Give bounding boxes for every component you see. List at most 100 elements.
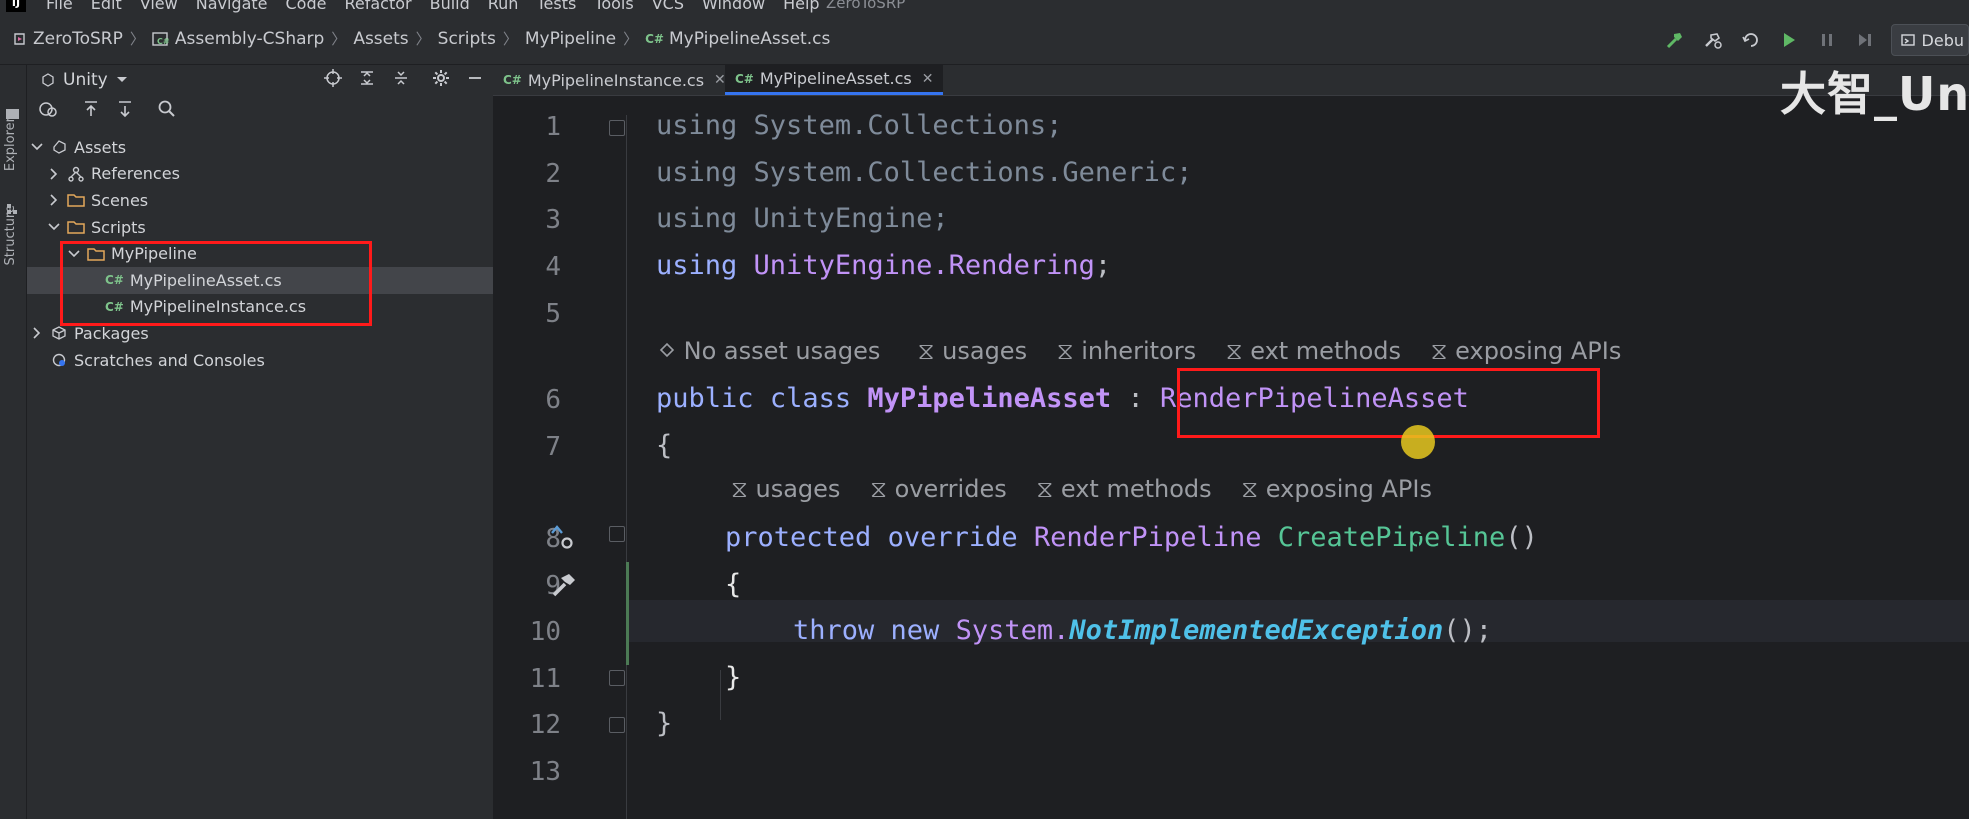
exposing-apis-hint[interactable]: ⧖ exposing APIs bbox=[1431, 337, 1622, 365]
text-cursor-icon bbox=[1414, 534, 1422, 560]
pause-icon[interactable] bbox=[1815, 28, 1839, 52]
ext-methods-hint[interactable]: ⧖ ext methods bbox=[1036, 475, 1211, 503]
fold-marker-icon[interactable] bbox=[609, 120, 625, 136]
code-line-12[interactable]: } bbox=[656, 708, 672, 739]
class-name: MyPipelineAsset bbox=[867, 383, 1112, 414]
tree-item-label: Scenes bbox=[91, 190, 149, 210]
keyword-new: new bbox=[890, 615, 940, 646]
breadcrumb-item-mypipeline[interactable]: MyPipeline bbox=[525, 29, 616, 49]
hourglass-icon: ⧖ bbox=[1225, 337, 1243, 365]
fold-marker-icon[interactable] bbox=[609, 526, 625, 542]
usages-hint[interactable]: ⧖ usages bbox=[918, 337, 1027, 365]
run-icon[interactable] bbox=[1777, 28, 1801, 52]
keyword-protected: protected bbox=[725, 522, 872, 553]
override-gutter-icon[interactable] bbox=[548, 523, 578, 557]
tree-item-label: Assets bbox=[74, 137, 127, 157]
hourglass-icon: ⧖ bbox=[1430, 337, 1448, 365]
hourglass-icon: ⧖ bbox=[1056, 337, 1074, 365]
hourglass-icon: ⧖ bbox=[870, 475, 887, 503]
menu-run[interactable]: Run bbox=[488, 0, 519, 13]
assembly-icon: C# bbox=[152, 31, 170, 46]
hint-label: ext methods bbox=[1250, 337, 1401, 365]
code-line-3[interactable]: using UnityEngine; bbox=[656, 203, 949, 234]
hammer-icon[interactable] bbox=[549, 570, 579, 604]
usages-hint[interactable]: ⧖ usages bbox=[731, 475, 840, 503]
code-line-9[interactable]: { bbox=[725, 569, 741, 600]
menu-vcs[interactable]: VCS bbox=[652, 0, 684, 13]
tab-mypipelineasset[interactable]: C# MyPipelineAsset.cs ✕ bbox=[725, 65, 944, 95]
inheritors-hint[interactable]: ⧖ inheritors bbox=[1057, 337, 1196, 365]
menu-code[interactable]: Code bbox=[286, 0, 327, 13]
minimize-icon[interactable] bbox=[465, 68, 485, 92]
tree-item-scenes[interactable]: Scenes bbox=[27, 187, 493, 214]
menu-view[interactable]: View bbox=[140, 0, 178, 13]
menu-help[interactable]: Help bbox=[783, 0, 819, 13]
chevron-down-icon bbox=[116, 77, 127, 82]
exception-type: NotImplementedException bbox=[1069, 615, 1444, 646]
menu-tools[interactable]: Tools bbox=[594, 0, 633, 13]
project-view-selector[interactable]: Unity bbox=[41, 70, 128, 90]
tree-item-assets[interactable]: Assets bbox=[27, 134, 493, 161]
highlight-box-folder bbox=[60, 241, 372, 326]
breadcrumb-item-file[interactable]: C# MyPipelineAsset.cs bbox=[645, 29, 830, 49]
debug-config-button[interactable]: Debu bbox=[1890, 24, 1969, 56]
build-hammer-icon[interactable] bbox=[1663, 28, 1687, 52]
tree-item-label: Scratches and Consoles bbox=[74, 350, 265, 370]
search-icon[interactable] bbox=[157, 99, 177, 123]
fold-marker-icon[interactable] bbox=[609, 670, 625, 686]
rebuild-icon[interactable] bbox=[1701, 28, 1725, 52]
breadcrumb-item-project[interactable]: ZeroToSRP bbox=[12, 29, 123, 49]
tree-item-references[interactable]: References bbox=[27, 161, 493, 188]
breadcrumb-label: MyPipelineAsset.cs bbox=[669, 28, 831, 49]
gutter-divider bbox=[626, 115, 627, 819]
show-all-files-icon[interactable] bbox=[37, 99, 59, 123]
tree-item-scripts[interactable]: Scripts bbox=[27, 214, 493, 241]
hint-label: usages bbox=[942, 337, 1028, 365]
punctuation: : bbox=[1127, 383, 1144, 414]
ext-methods-hint[interactable]: ⧖ ext methods bbox=[1226, 337, 1401, 365]
tab-explorer[interactable]: Explorer bbox=[3, 117, 18, 171]
clean-icon[interactable] bbox=[1739, 28, 1763, 52]
gear-icon[interactable] bbox=[431, 68, 451, 92]
hint-label: ext methods bbox=[1060, 475, 1212, 503]
code-line-11[interactable]: } bbox=[725, 662, 741, 693]
menu-build[interactable]: Build bbox=[430, 0, 470, 13]
code-line-2[interactable]: using System.Collections.Generic; bbox=[656, 157, 1192, 188]
line-number: 7 bbox=[545, 432, 561, 462]
mouse-cursor-highlight bbox=[1401, 425, 1435, 459]
breadcrumb-item-assets[interactable]: Assets bbox=[353, 29, 408, 49]
chevron-right-icon[interactable] bbox=[47, 193, 61, 207]
no-asset-usages-hint[interactable]: No asset usages bbox=[658, 337, 888, 365]
breadcrumb-item-scripts[interactable]: Scripts bbox=[438, 29, 496, 49]
chevron-right-icon[interactable] bbox=[47, 167, 61, 181]
code-line-10[interactable]: throw new System.NotImplementedException… bbox=[793, 615, 1492, 646]
expand-all-icon[interactable] bbox=[357, 68, 377, 92]
menu-edit[interactable]: Edit bbox=[91, 0, 122, 13]
menu-refactor[interactable]: Refactor bbox=[344, 0, 411, 13]
project-panel-actions bbox=[323, 68, 485, 92]
code-line-7[interactable]: { bbox=[656, 430, 672, 461]
menu-file[interactable]: File bbox=[46, 0, 73, 13]
scroll-to-source-icon[interactable] bbox=[115, 99, 135, 123]
locate-icon[interactable] bbox=[323, 68, 343, 92]
chevron-down-icon[interactable] bbox=[30, 140, 44, 154]
hint-label: exposing APIs bbox=[1455, 337, 1622, 365]
chevron-right-icon[interactable] bbox=[30, 326, 44, 340]
step-icon[interactable] bbox=[1853, 28, 1877, 52]
collapse-all-icon[interactable] bbox=[391, 68, 411, 92]
close-icon[interactable]: ✕ bbox=[922, 71, 934, 87]
menu-navigate[interactable]: Navigate bbox=[196, 0, 268, 13]
breadcrumb-item-assembly[interactable]: C# Assembly-CSharp bbox=[152, 29, 324, 49]
menu-tests[interactable]: Tests bbox=[536, 0, 576, 13]
menu-window[interactable]: Window bbox=[702, 0, 765, 13]
tree-item-scratches[interactable]: Scratches and Consoles bbox=[27, 347, 493, 374]
overrides-hint[interactable]: ⧖ overrides bbox=[870, 475, 1007, 503]
code-line-4[interactable]: using UnityEngine.Rendering; bbox=[656, 250, 1111, 281]
scroll-from-source-icon[interactable] bbox=[81, 99, 101, 123]
exposing-apis-hint[interactable]: ⧖ exposing APIs bbox=[1241, 475, 1432, 503]
punctuation: (); bbox=[1443, 615, 1493, 646]
fold-marker-icon[interactable] bbox=[609, 717, 625, 733]
chevron-down-icon[interactable] bbox=[47, 220, 61, 234]
code-line-1[interactable]: using System.Collections; bbox=[656, 110, 1062, 141]
tab-mypipelineinstance[interactable]: C# MyPipelineInstance.cs ✕ bbox=[493, 65, 736, 95]
